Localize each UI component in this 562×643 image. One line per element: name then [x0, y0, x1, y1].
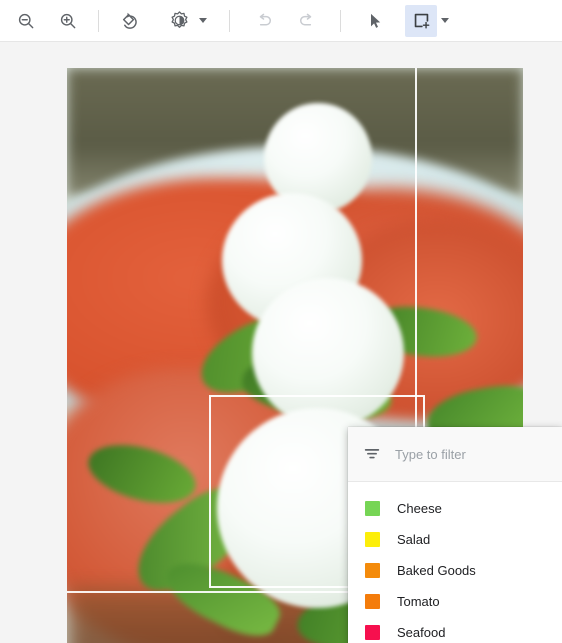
color-swatch-icon: [365, 501, 380, 516]
chevron-down-icon: [441, 18, 449, 23]
brightness-dropdown-caret[interactable]: [195, 6, 211, 36]
select-tool[interactable]: [359, 5, 391, 37]
color-swatch-icon: [365, 594, 380, 609]
color-swatch-icon: [365, 532, 380, 547]
zoom-out-button[interactable]: [10, 5, 42, 37]
toolbar-divider: [98, 9, 99, 32]
toolbar: [0, 0, 562, 42]
filter-option-cheese[interactable]: Cheese: [348, 493, 562, 524]
filter-option-label: Seafood: [397, 625, 446, 640]
label-filter-panel[interactable]: Cheese Salad Baked Goods Tomato Seafood: [348, 427, 562, 643]
filter-options-list: Cheese Salad Baked Goods Tomato Seafood: [348, 482, 562, 643]
canvas-area[interactable]: Cheese Salad Baked Goods Tomato Seafood: [0, 42, 562, 643]
undo-icon: [259, 13, 271, 26]
brightness-button[interactable]: [163, 5, 195, 37]
redo-button[interactable]: [290, 5, 322, 37]
zoom-in-icon: [60, 13, 76, 28]
draw-box-tool[interactable]: [405, 4, 437, 37]
filter-input[interactable]: [395, 446, 535, 462]
filter-icon: [364, 449, 380, 459]
redo-icon: [299, 13, 311, 26]
filter-search-row[interactable]: [348, 427, 562, 482]
filter-option-tomato[interactable]: Tomato: [348, 586, 562, 617]
filter-option-baked-goods[interactable]: Baked Goods: [348, 555, 562, 586]
color-swatch-icon: [365, 563, 380, 578]
rotate-button[interactable]: [113, 5, 145, 37]
filter-option-label: Salad: [397, 532, 431, 547]
brightness-icon: [170, 11, 188, 28]
draw-box-dropdown-caret[interactable]: [437, 6, 453, 36]
filter-option-salad[interactable]: Salad: [348, 524, 562, 555]
filter-option-label: Baked Goods: [397, 563, 476, 578]
filter-option-label: Cheese: [397, 501, 442, 516]
cursor-arrow-icon: [371, 13, 381, 28]
undo-button[interactable]: [248, 5, 280, 37]
filter-option-label: Tomato: [397, 594, 440, 609]
rotate-left-icon: [122, 12, 137, 29]
add-box-icon: [414, 13, 429, 29]
zoom-out-icon: [18, 13, 34, 28]
filter-option-seafood[interactable]: Seafood: [348, 617, 562, 643]
color-swatch-icon: [365, 625, 380, 640]
toolbar-divider: [340, 9, 341, 32]
toolbar-divider: [229, 9, 230, 32]
zoom-in-button[interactable]: [52, 5, 84, 37]
chevron-down-icon: [199, 18, 207, 23]
